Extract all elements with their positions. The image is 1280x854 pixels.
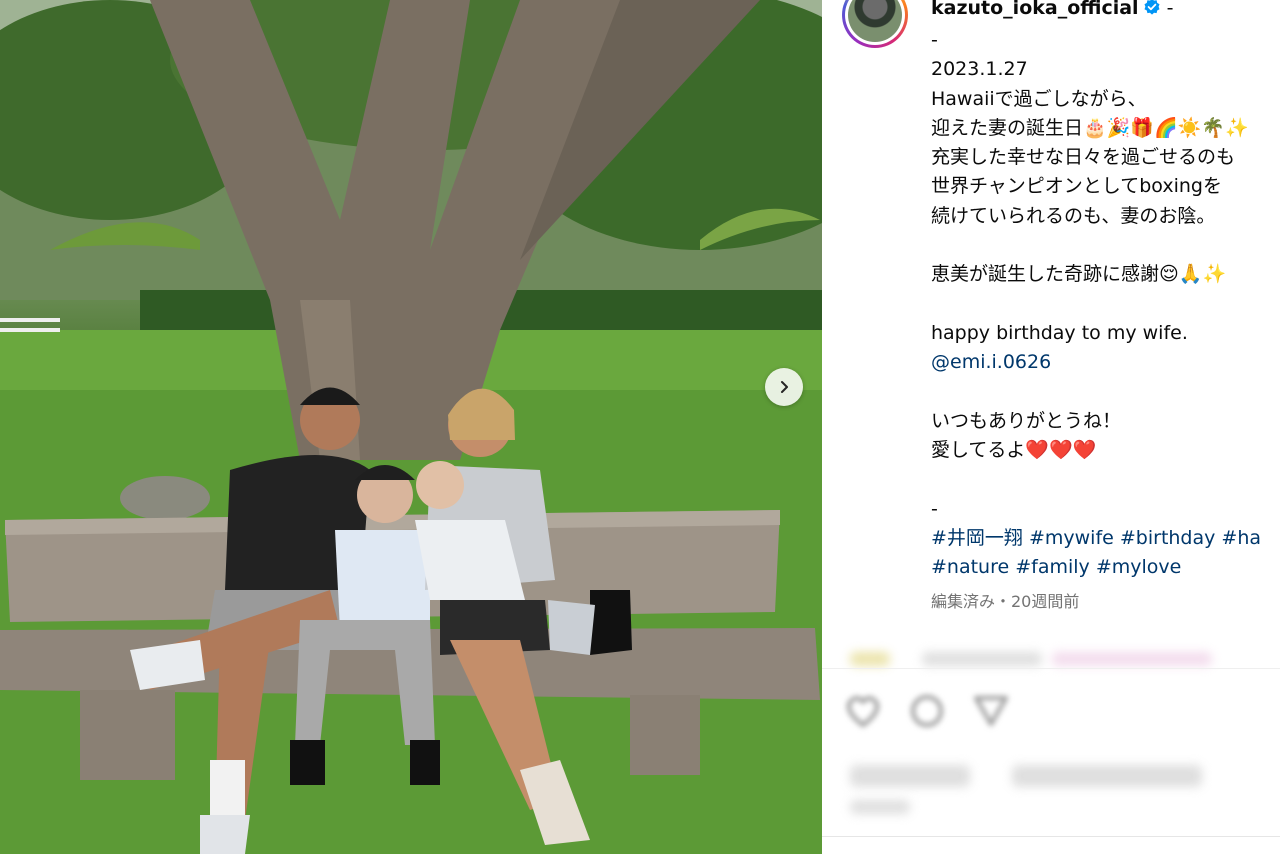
caption-line: 迎えた妻の誕生日🎂🎉🎁🌈☀️🌴✨: [931, 116, 1249, 139]
caption-line: -: [931, 29, 938, 51]
family-photo-illustration: [0, 0, 822, 854]
caption-line: [931, 290, 1280, 319]
caption-line: [931, 231, 1280, 260]
chevron-right-icon: [781, 381, 788, 393]
comment-icon[interactable]: [906, 690, 948, 732]
caption-line: 世界チャンピオンとしてboxingを: [931, 175, 1222, 198]
caption-line: 愛してるよ❤️❤️❤️: [931, 439, 1097, 462]
caption-line: -: [931, 497, 938, 520]
caption-line: 2023.1.27: [931, 58, 1028, 81]
divider: [822, 668, 1280, 669]
heart-icon[interactable]: [842, 690, 884, 732]
post-caption: - 2023.1.27 Hawaiiで過ごしながら、 迎えた妻の誕生日🎂🎉🎁🌈☀…: [931, 26, 1280, 583]
username-link[interactable]: kazuto_ioka_official: [931, 0, 1139, 19]
caption-line: いつもありがとうね！: [931, 409, 1122, 432]
mention-link[interactable]: @emi.i.0626: [931, 348, 1280, 377]
post-actions: [842, 690, 1012, 732]
caption-line: [931, 378, 1280, 407]
blurred-comments-area: [822, 640, 1280, 840]
caption-line: happy birthday to my wife.: [931, 321, 1188, 344]
header-suffix: -: [1166, 0, 1174, 19]
hashtags-line[interactable]: #井岡一翔 #mywife #birthday #ha: [931, 524, 1280, 553]
send-icon[interactable]: [970, 690, 1012, 732]
hashtags-line[interactable]: #nature #family #mylove: [931, 553, 1280, 582]
post-header: kazuto_ioka_official -: [931, 0, 1173, 19]
caption-line: 充実した幸せな日々を過ごせるのも: [931, 146, 1236, 169]
caption-line: Hawaiiで過ごしながら、: [931, 87, 1147, 110]
caption-line: 続けていられるのも、妻のお陰。: [931, 204, 1216, 227]
next-image-button[interactable]: [765, 368, 803, 406]
post-meta: 編集済み・20週間前: [931, 592, 1080, 611]
caption-line: [931, 465, 1280, 494]
avatar[interactable]: [842, 0, 908, 48]
caption-line: 恵美が誕生した奇跡に感謝😌🙏✨: [931, 263, 1227, 286]
post-panel: kazuto_ioka_official - - 2023.1.27 Hawai…: [822, 0, 1280, 854]
post-photo: [0, 0, 822, 854]
verified-badge-icon: [1144, 0, 1160, 15]
divider: [822, 836, 1280, 837]
